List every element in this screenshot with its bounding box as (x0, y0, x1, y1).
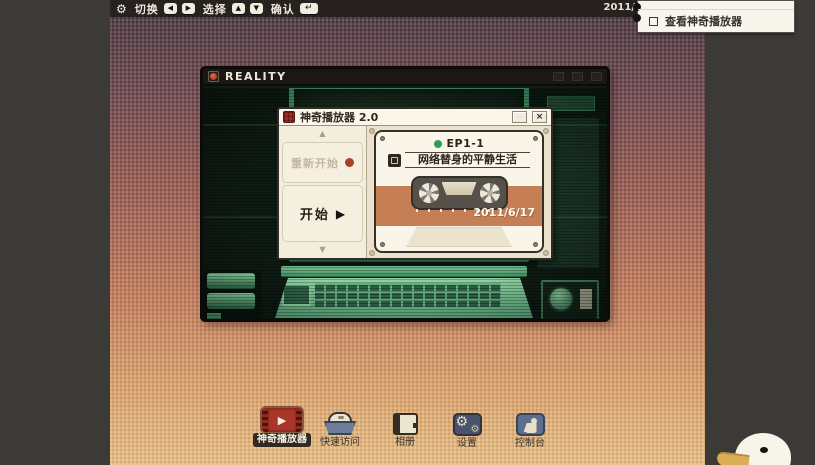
touchpad (282, 284, 311, 306)
reel-right-icon (480, 183, 500, 203)
letterbox-right (705, 0, 815, 465)
speaker (203, 270, 261, 319)
tape-drive (541, 280, 599, 319)
gears-icon: ⚙⚙ (453, 413, 482, 436)
hud-date: 2011/ (604, 2, 635, 13)
icon-label: 设置 (457, 438, 477, 450)
basket-icon (324, 412, 356, 435)
enter-key-icon[interactable]: ↵ (300, 3, 318, 14)
desktop-icon-console[interactable]: 控制台 (490, 413, 570, 450)
record-icon (208, 71, 219, 82)
reel-left-icon (419, 183, 439, 203)
song-row: 网络替身的平静生活 (388, 152, 530, 168)
game-screen: ⚙ 切换 ◀ ▶ 选择 ▲ ▼ 确认 ↵ 2011/ 查看神奇播放器 REALI… (0, 0, 815, 465)
switch-label: 切换 (135, 1, 159, 17)
scroll-down-button[interactable]: ▼ (282, 244, 363, 256)
player-titlebar[interactable]: 神奇播放器 2.0 × (279, 109, 551, 126)
tape-view-slot (442, 182, 477, 195)
song-title: 网络替身的平静生活 (405, 152, 530, 168)
start-label: 开始 (300, 204, 330, 223)
tape-window (411, 176, 508, 210)
keyboard (275, 278, 533, 318)
reality-titlebar[interactable]: REALITY (203, 69, 607, 86)
hud-top-bar: ⚙ 切换 ◀ ▶ 选择 ▲ ▼ 确认 ↵ 2011/ (110, 0, 705, 17)
reality-title: REALITY (225, 70, 287, 83)
window-button[interactable] (591, 72, 602, 81)
cassette: EP1-1 网络替身的平静生活 2011/6/17 (374, 130, 544, 253)
cassette-bottom-plate (406, 227, 512, 247)
icon-label: 快速访问 (320, 437, 360, 449)
magic-player-window: 神奇播放器 2.0 × ▲ 重新开始 开始 ▶ ▼ (277, 107, 553, 260)
restart-label: 重新开始 (291, 155, 339, 171)
menu-item-label: 查看神奇播放器 (665, 13, 742, 29)
monitor-base (281, 266, 527, 277)
record-dot-icon (345, 158, 354, 167)
menu-divider (638, 9, 794, 10)
window-button[interactable] (572, 72, 583, 81)
key-rows (315, 283, 501, 307)
player-app-icon (283, 111, 295, 123)
drive-slot (580, 289, 592, 309)
up-key-icon[interactable]: ▲ (232, 3, 245, 14)
book-icon (393, 413, 418, 435)
next-key-icon[interactable]: ▶ (182, 3, 195, 14)
down-key-icon[interactable]: ▼ (250, 3, 263, 14)
icon-label: 控制台 (515, 438, 545, 450)
film-play-icon: ▶ (262, 408, 302, 432)
checkbox-icon[interactable] (649, 17, 658, 26)
context-menu: 查看神奇播放器 (637, 0, 795, 33)
player-menu-panel: ▲ 重新开始 开始 ▶ ▼ (279, 126, 367, 258)
episode-row: EP1-1 (376, 137, 542, 150)
start-button[interactable]: 开始 ▶ (282, 185, 363, 242)
episode-label: EP1-1 (447, 137, 485, 150)
drive-reel-icon (548, 286, 574, 312)
minimize-button[interactable] (512, 111, 527, 123)
menu-item-view-player[interactable]: 查看神奇播放器 (649, 13, 742, 29)
episode-dot-icon (434, 140, 442, 148)
shelf-item (547, 96, 595, 111)
console-icon (516, 413, 545, 436)
confirm-label: 确认 (271, 1, 295, 17)
icon-label: 相册 (395, 437, 415, 449)
scroll-up-button[interactable]: ▲ (282, 128, 363, 140)
prev-key-icon[interactable]: ◀ (164, 3, 177, 14)
cassette-date: 2011/6/17 (473, 206, 535, 219)
cassette-panel: EP1-1 网络替身的平静生活 2011/6/17 (367, 126, 551, 258)
player-title: 神奇播放器 2.0 (300, 109, 507, 125)
window-button[interactable] (553, 72, 564, 81)
select-label: 选择 (203, 1, 227, 17)
gear-icon[interactable]: ⚙ (116, 3, 127, 15)
artist-icon (388, 154, 401, 167)
letterbox-left (0, 0, 110, 465)
menu-pin-icon (633, 14, 641, 22)
restart-button[interactable]: 重新开始 (282, 142, 363, 183)
close-button[interactable]: × (532, 111, 547, 123)
play-icon: ▶ (336, 208, 345, 220)
